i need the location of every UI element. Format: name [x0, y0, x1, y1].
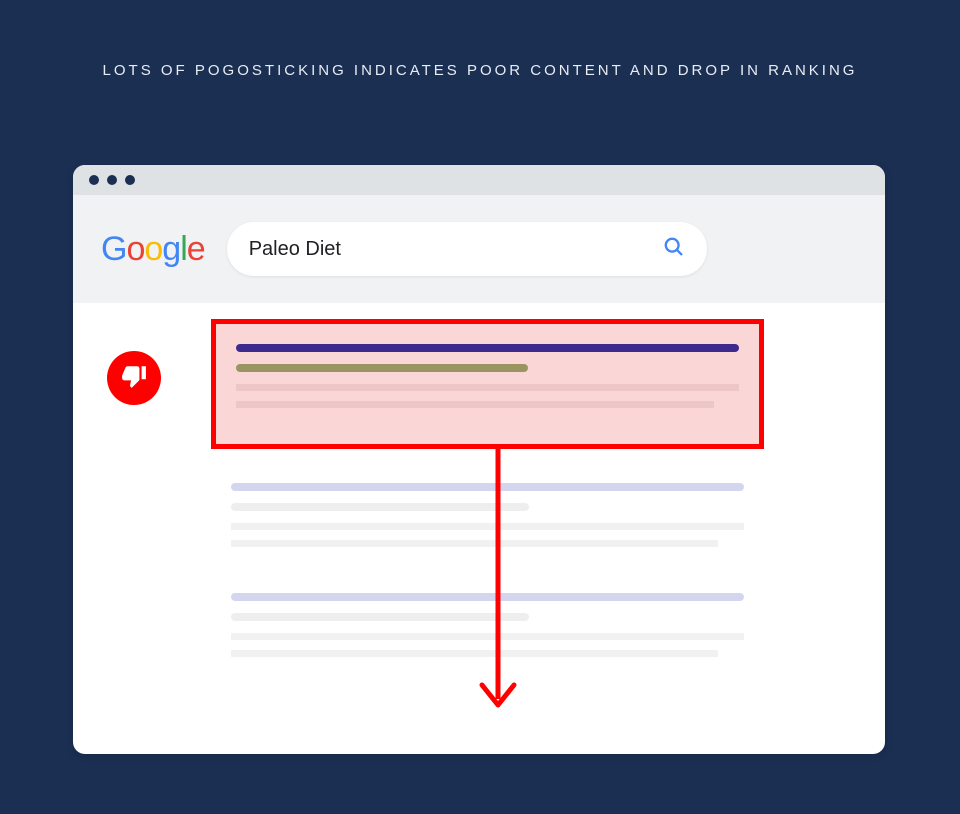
- search-input[interactable]: Paleo Diet: [227, 222, 707, 276]
- browser-window: Google Paleo Diet: [73, 165, 885, 754]
- result-title-line: [236, 344, 739, 352]
- result-title-line: [231, 483, 744, 491]
- thumbs-down-badge: [107, 351, 161, 405]
- result-desc-line: [231, 650, 718, 657]
- faded-result: [231, 483, 744, 557]
- page-heading: LOTS OF POGOSTICKING INDICATES POOR CONT…: [0, 0, 960, 79]
- google-logo: Google: [101, 230, 205, 269]
- result-title-line: [231, 593, 744, 601]
- window-dot-3: [125, 175, 135, 185]
- logo-letter: g: [162, 230, 180, 268]
- search-results-area: [73, 303, 885, 331]
- thumbs-down-icon: [121, 363, 147, 394]
- window-dot-1: [89, 175, 99, 185]
- result-desc-line: [231, 523, 744, 530]
- result-url-line: [231, 503, 529, 511]
- browser-titlebar: [73, 165, 885, 195]
- highlighted-result: [211, 319, 764, 449]
- logo-letter: e: [187, 230, 205, 268]
- result-url-line: [231, 613, 529, 621]
- result-desc-line: [231, 540, 718, 547]
- result-desc-line: [236, 401, 714, 408]
- search-icon[interactable]: [663, 236, 685, 263]
- search-query-text: Paleo Diet: [249, 238, 341, 261]
- result-url-line: [236, 364, 528, 372]
- result-desc-line: [236, 384, 739, 391]
- logo-letter: G: [101, 230, 126, 268]
- search-header: Google Paleo Diet: [73, 195, 885, 303]
- faded-result: [231, 593, 744, 667]
- window-dot-2: [107, 175, 117, 185]
- logo-letter: o: [126, 230, 144, 268]
- result-desc-line: [231, 633, 744, 640]
- logo-letter: o: [144, 230, 162, 268]
